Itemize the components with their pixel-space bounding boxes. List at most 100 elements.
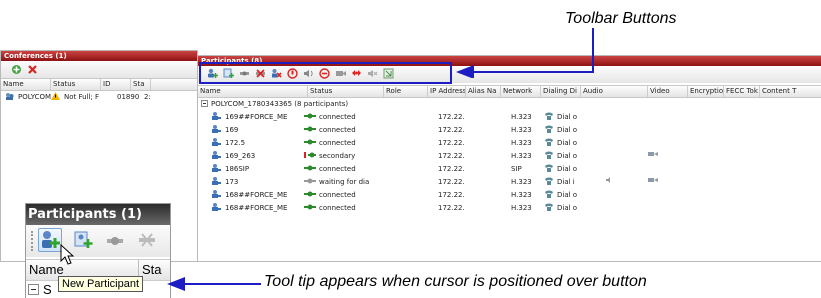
connected-icon (304, 126, 316, 132)
dial-out-icon (545, 138, 553, 146)
participant-ip: 172.22. (438, 191, 465, 199)
connect-button[interactable] (106, 233, 124, 252)
conference-row[interactable]: POLYCOM Not Full; F 01890 2: (1, 91, 197, 104)
participant-dialing-cell: Dial o (544, 189, 577, 202)
participant-dialing-cell: Dial o (544, 202, 577, 215)
conferences-toolbar (1, 62, 197, 78)
participant-ip: 172.22. (438, 165, 465, 173)
conference-name-cell: POLYCOM (5, 91, 51, 104)
conferences-title: Conferences (1) (1, 51, 197, 61)
participant-dialing: Dial o (557, 204, 578, 212)
disconnect-icon (139, 233, 155, 247)
participant-row[interactable]: 169 connected 172.22. H.323 Dial o (198, 124, 821, 137)
participant-status: connected (319, 204, 356, 212)
participant-dialing: Dial o (557, 126, 578, 134)
participant-status-cell: secondary (304, 150, 355, 163)
col-network[interactable]: Network (501, 86, 541, 97)
participant-row[interactable]: 172.5 connected 172.22. H.323 Dial o (198, 137, 821, 150)
toolbar-highlight-box (199, 62, 452, 84)
col-name[interactable]: Name (198, 86, 308, 97)
video-muted-icon (648, 176, 658, 189)
tooltip-callout-arrow (167, 277, 261, 291)
conference-group-row[interactable]: POLYCOM_1780343365 (8 participants) (198, 98, 821, 111)
participant-network: H.323 (511, 191, 532, 199)
col-content-token[interactable]: Content T (760, 86, 821, 97)
col-sta[interactable]: Sta (131, 79, 151, 90)
col-id[interactable]: ID (101, 79, 131, 90)
address-book-icon (74, 231, 93, 248)
participant-row[interactable]: 168##FORCE_ME connected 172.22. H.323 Dial o (198, 189, 821, 202)
delete-conference-icon[interactable] (27, 64, 38, 75)
participant-name-cell: 168##FORCE_ME (212, 202, 287, 215)
col-fecc-token[interactable]: FECC Tok (724, 86, 760, 97)
participant-status-cell: connected (304, 163, 356, 176)
add-conference-icon[interactable] (11, 64, 22, 75)
participant-status-cell: connected (304, 111, 356, 124)
participant-name-cell: 169##FORCE_ME (212, 111, 287, 124)
participant-ip: 172.22. (438, 178, 465, 186)
col-status[interactable]: Status (51, 79, 101, 90)
collapse-icon[interactable] (201, 100, 208, 107)
participant-row[interactable]: 169_263 secondary 172.22. H.323 Dial o (198, 150, 821, 163)
toolbar-grip-icon (31, 231, 35, 251)
participant-name: 172.5 (225, 139, 246, 147)
col-name[interactable]: Name (1, 79, 51, 90)
participant-name: 169_263 (225, 152, 256, 160)
conference-sta: 2: (144, 93, 151, 101)
participant-row[interactable]: 169##FORCE_ME connected 172.22. H.323 Dial o (198, 111, 821, 124)
participant-network: H.323 (511, 178, 532, 186)
participant-name-cell: 173 (212, 176, 238, 189)
disconnect-button[interactable] (138, 232, 156, 252)
participant-status: connected (319, 113, 356, 121)
participant-ip: 172.22. (438, 139, 465, 147)
col-alias[interactable]: Alias Na (466, 86, 501, 97)
participant-name: 168##FORCE_ME (225, 204, 288, 212)
col-video[interactable]: Video (648, 86, 688, 97)
col-encryption[interactable]: Encryptio (688, 86, 724, 97)
participant-name: 173 (225, 178, 239, 186)
participant-icon (212, 112, 221, 120)
new-participant-tooltip: New Participant (58, 276, 144, 292)
participant-row[interactable]: 186SIP connected 172.22. SIP Dial o (198, 163, 821, 176)
connected-icon (304, 139, 316, 145)
col-status[interactable]: Status (308, 86, 384, 97)
group-row-cell: POLYCOM_1780343365 (8 participants) (201, 98, 348, 111)
connected-icon (304, 204, 316, 210)
participant-name-cell: 172.5 (212, 137, 245, 150)
dial-out-icon (545, 112, 553, 120)
conference-name: POLYCOM (18, 93, 52, 101)
participant-dialing-cell: Dial o (544, 150, 577, 163)
participant-ip: 172.22. (438, 152, 465, 160)
col-audio[interactable]: Audio (581, 86, 648, 97)
participant-icon (212, 177, 221, 185)
participant-dialing: Dial o (557, 191, 578, 199)
participant-network: SIP (511, 165, 522, 173)
participant-network: H.323 (511, 126, 532, 134)
participant-name-cell: 169 (212, 124, 238, 137)
participant-icon (212, 151, 221, 159)
participant-ip: 172.22. (438, 204, 465, 212)
participant-status: connected (319, 126, 356, 134)
zoom-col-status[interactable]: Sta (142, 261, 162, 279)
participant-network: H.323 (511, 204, 532, 212)
participant-status: waiting for dia (319, 178, 370, 186)
dial-out-icon (545, 177, 553, 185)
conference-status: Not Full; F (64, 93, 100, 101)
participant-name: 169 (225, 126, 239, 134)
col-role[interactable]: Role (384, 86, 428, 97)
conference-icon (6, 93, 14, 100)
dial-out-icon (545, 164, 553, 172)
zoom-row-text: S (43, 282, 52, 297)
participant-status: connected (319, 165, 356, 173)
participant-row[interactable]: 168##FORCE_ME connected 172.22. H.323 Dial o (198, 202, 821, 215)
participant-name: 168##FORCE_ME (225, 191, 288, 199)
participant-dialing: Dial o (557, 113, 578, 121)
col-ip-address[interactable]: IP Address (428, 86, 466, 97)
collapse-icon[interactable] (28, 284, 39, 295)
add-from-address-book-button[interactable] (73, 230, 93, 254)
participant-dialing-cell: Dial o (544, 111, 577, 124)
col-dialing[interactable]: Dialing Di (541, 86, 581, 97)
participant-row[interactable]: 173 waiting for dia 172.22. H.323 Dial i (198, 176, 821, 189)
new-participant-icon (42, 231, 60, 248)
new-participant-button[interactable] (38, 228, 62, 252)
